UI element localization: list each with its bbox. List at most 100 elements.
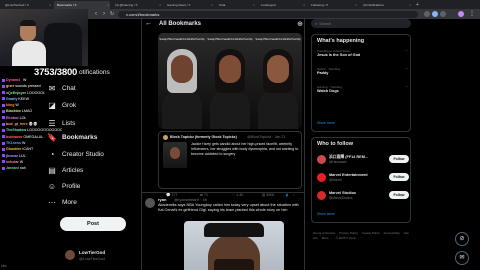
- follow-button[interactable]: Follow: [389, 173, 409, 181]
- extension-icon[interactable]: [424, 11, 430, 17]
- show-more-link[interactable]: Show more: [317, 212, 335, 216]
- quoted-post[interactable]: Block Topickz (formerly Glock Topickz) @…: [158, 131, 302, 189]
- follow-suggestion[interactable]: 浜口直輝 (FF14 REM... @Hamasaki Follow: [317, 154, 409, 168]
- back-icon[interactable]: ‹: [92, 10, 100, 18]
- chat-username: xQcEnjoyer: [6, 90, 26, 95]
- chat-badge-icon: [2, 78, 5, 82]
- trend-name: Watch Dogs: [317, 89, 339, 93]
- chat-username: Gnarly: [6, 96, 18, 101]
- close-icon[interactable]: ×: [409, 1, 411, 9]
- footer-link[interactable]: Accessibility: [384, 231, 400, 235]
- extension-icon[interactable]: [432, 11, 438, 17]
- close-icon[interactable]: ×: [211, 1, 213, 9]
- sidebar-item-creator-studio[interactable]: Creator Studio: [62, 149, 104, 161]
- show-more-link[interactable]: Show more: [317, 121, 335, 125]
- search-icon: ⌕: [315, 21, 318, 26]
- trend-item[interactable]: Gaming · Trending Watch Dogs ⋯: [317, 85, 409, 93]
- menu-icon[interactable]: ⋮: [468, 10, 476, 18]
- post-image[interactable]: Snoop Pfizer Facelift 12 Months Post Op …: [158, 33, 302, 129]
- avatar[interactable]: [317, 155, 326, 164]
- close-icon[interactable]: ×: [303, 1, 305, 9]
- chat-badge-icon: [2, 84, 5, 88]
- follow-button[interactable]: Follow: [389, 191, 409, 199]
- chat-username: Ghostiee: [6, 147, 22, 152]
- footer-link[interactable]: Privacy Policy: [339, 231, 358, 235]
- grok-icon[interactable]: ⊘: [455, 232, 469, 246]
- quoted-author-name[interactable]: Block Topickz (formerly Glock Topickz): [170, 135, 237, 139]
- browser-tab[interactable]: Chat ×: [216, 1, 256, 9]
- chat-username: Elrobot: [6, 115, 19, 120]
- chat-badge-icon: [2, 91, 5, 95]
- chat-badge-icon: [2, 128, 5, 132]
- more-options-icon[interactable]: ⋯: [405, 67, 409, 71]
- close-icon[interactable]: ×: [355, 1, 357, 9]
- webcam-overlay: [0, 9, 88, 66]
- follow-suggestion[interactable]: Marvel Studios @MarvelStudios Follow: [317, 190, 409, 204]
- profile-avatar-icon[interactable]: [458, 11, 464, 17]
- new-folder-icon[interactable]: ⊕: [297, 20, 303, 28]
- chat-text: W: [15, 103, 19, 108]
- stream-chat: Dynam4_ Wgrzrr sounds pressed xQcEnjoyer …: [0, 77, 62, 171]
- chat-username: Blacktoe: [6, 109, 21, 114]
- gaming-chair: [44, 23, 82, 66]
- footer-link[interactable]: Cookie Policy: [362, 231, 380, 235]
- sidebar-item-bookmarks[interactable]: Bookmarks: [62, 132, 97, 144]
- close-icon[interactable]: ×: [159, 1, 161, 9]
- close-icon[interactable]: ×: [49, 1, 51, 9]
- trend-item[interactable]: Sports · Trending Paddy ⋯: [317, 67, 409, 75]
- sidebar-item-notifications[interactable]: otifications: [79, 69, 110, 76]
- avatar[interactable]: [163, 135, 168, 140]
- sidebar-item-more[interactable]: More: [62, 197, 77, 209]
- browser-tab-active[interactable]: Bookmarks / X ×: [54, 1, 110, 9]
- tab-label: (3) Notifications: [363, 3, 384, 7]
- forward-icon[interactable]: ›: [100, 10, 108, 18]
- thumbnail-face: [170, 147, 180, 159]
- footer-link[interactable]: Terms of Service: [313, 231, 335, 235]
- avatar[interactable]: [317, 191, 326, 200]
- footer-link[interactable]: More ...: [322, 236, 332, 240]
- main-header: ← All Bookmarks ⊕: [142, 19, 304, 31]
- browser-tab[interactable]: Following / X ×: [308, 1, 358, 9]
- trend-item[interactable]: Trending in United States Jesus is the S…: [317, 49, 409, 57]
- avatar[interactable]: [145, 198, 155, 208]
- chat-message: TheShadow LOOOOOOOOOOOOOOUUUUU: [0, 127, 62, 133]
- quoted-thumbnail[interactable]: [163, 142, 187, 168]
- browser-tab[interactable]: (3) Notifications ×: [360, 1, 412, 9]
- chat-username: TK1ness: [6, 140, 21, 145]
- messages-icon[interactable]: ✉: [455, 251, 469, 265]
- browser-tab[interactable]: Gaming News / X ×: [164, 1, 214, 9]
- browser-tab[interactable]: @LowTierGod / X ×: [2, 1, 52, 9]
- url-field[interactable]: x.com/i/bookmarks: [118, 10, 418, 18]
- browser-tab[interactable]: (4) @Gaming / X ×: [112, 1, 162, 9]
- avatar[interactable]: [317, 173, 326, 182]
- close-icon[interactable]: ×: [253, 1, 255, 9]
- sidebar-item-chat[interactable]: Chat: [62, 83, 76, 95]
- sidebar-item-lists[interactable]: Lists: [62, 118, 75, 130]
- post-button[interactable]: Post: [60, 217, 126, 231]
- more-options-icon[interactable]: ⋯: [405, 49, 409, 53]
- search-input[interactable]: ⌕ Search: [311, 19, 411, 28]
- sidebar-item-articles[interactable]: Articles: [62, 165, 83, 177]
- back-arrow-icon[interactable]: ←: [145, 20, 152, 27]
- profile-name[interactable]: LowTierGod: [79, 250, 105, 255]
- close-icon[interactable]: ×: [107, 1, 109, 9]
- new-tab-icon[interactable]: +: [414, 1, 422, 9]
- more-options-icon[interactable]: ⋯: [298, 196, 302, 201]
- chat-badge-icon: [2, 154, 5, 158]
- sidebar-item-grok[interactable]: Grok: [62, 100, 76, 112]
- extension-icon[interactable]: [440, 11, 446, 17]
- sidebar-item-profile[interactable]: Profile: [62, 181, 80, 193]
- tab-label: Following / X: [311, 3, 329, 7]
- reload-icon[interactable]: ↻: [108, 10, 116, 18]
- post-image[interactable]: [184, 221, 284, 270]
- chat-text: 💀💀: [28, 122, 38, 127]
- author-name[interactable]: ryan: [158, 197, 166, 202]
- suggestion-name: Marvel Entertainment: [329, 173, 368, 177]
- browser-tab[interactable]: Lowtiergod ×: [258, 1, 306, 9]
- more-options-icon[interactable]: ⋯: [405, 85, 409, 89]
- follow-suggestion[interactable]: Marvel Entertainment @Marvel Follow: [317, 172, 409, 186]
- bookmarked-post[interactable]: ryan @ryanwhearn · 4h ⋯ Akademiks says N…: [142, 192, 304, 270]
- follow-button[interactable]: Follow: [389, 155, 409, 163]
- chat-username: bud_gt_here: [6, 122, 28, 127]
- avatar[interactable]: [65, 250, 75, 260]
